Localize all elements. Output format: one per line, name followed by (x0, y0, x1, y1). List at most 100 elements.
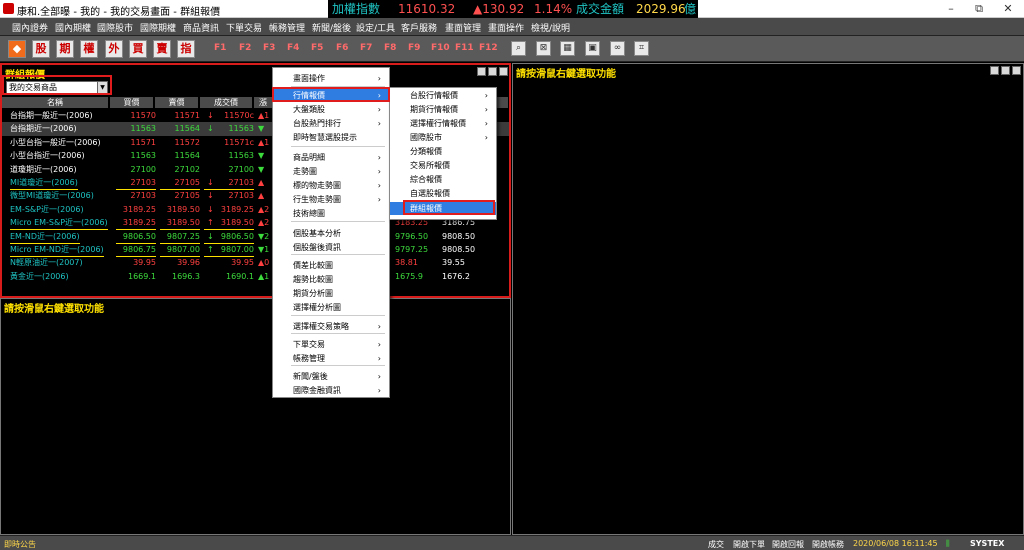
fkey-button[interactable]: F3 (263, 43, 275, 53)
quick-button[interactable]: 外 (105, 40, 123, 58)
tile-icon[interactable]: ▣ (585, 41, 600, 56)
menu-item[interactable]: 下單交易 (226, 21, 262, 34)
minimize-button[interactable]: – (936, 0, 966, 18)
row-direction: ↑ (207, 218, 214, 228)
menu-item[interactable]: 畫面操作 (488, 21, 524, 34)
fkey-button[interactable]: F12 (479, 43, 498, 53)
menu-option[interactable]: 國際股市 › (390, 131, 496, 144)
menu-option[interactable]: 下單交易 › (273, 338, 389, 351)
panel-settings-icon[interactable] (488, 67, 497, 76)
row-ask: 27102 (174, 164, 200, 174)
table-row[interactable]: N輕原油近一(2007) 39.95 39.96 39.95 ▲0 38.81 39.55 (2, 256, 509, 269)
fkey-button[interactable]: F1 (214, 43, 226, 53)
search-icon[interactable]: ⌕ (511, 41, 526, 56)
fkey-button[interactable]: F9 (408, 43, 420, 53)
menu-option-label: 技術總圖 (293, 209, 325, 218)
menu-option[interactable]: 選擇權行情報價 › (390, 117, 496, 130)
fkey-button[interactable]: F2 (239, 43, 251, 53)
fkey-button[interactable]: F8 (384, 43, 396, 53)
quick-button[interactable]: 權 (80, 40, 98, 58)
table-row[interactable]: EM-ND近一(2006) 9806.50 9807.25 9806.50 ▼2 ↓ 979… (2, 230, 509, 244)
quick-button[interactable]: 指 (177, 40, 195, 58)
crop-icon[interactable]: ⌗ (634, 41, 649, 56)
menu-option[interactable]: 帳務管理 › (273, 352, 389, 365)
menu-item[interactable]: 國際期權 (140, 21, 176, 34)
chevron-right-icon: › (377, 119, 381, 128)
menu-item[interactable]: 商品資訊 (183, 21, 219, 34)
menu-option[interactable]: 價差比較圖 (273, 259, 389, 272)
menu-option[interactable]: 走勢圖 › (273, 165, 389, 178)
menu-option[interactable]: 交易所報價 (390, 159, 496, 172)
fkey-button[interactable]: F7 (360, 43, 372, 53)
menu-option[interactable]: 畫面操作 › (273, 72, 389, 85)
menu-option[interactable]: 行生物走勢圖 › (273, 193, 389, 206)
fkey-button[interactable]: F6 (336, 43, 348, 53)
menu-option[interactable]: 自選股報價 (390, 187, 496, 200)
menu-option[interactable]: 選擇權分析圖 (273, 301, 389, 314)
menu-option[interactable]: 國際金融資訊 › (273, 384, 389, 397)
menu-option[interactable]: 綜合報價 (390, 173, 496, 186)
menu-item[interactable]: 客戶服務 (401, 21, 437, 34)
status-item[interactable]: 開啟回報 (772, 539, 804, 550)
fkey-button[interactable]: F5 (311, 43, 323, 53)
menu-option[interactable]: 標的物走勢圖 › (273, 179, 389, 192)
menu-item[interactable]: 畫面管理 (445, 21, 481, 34)
menu-item[interactable]: 設定/工具 (356, 21, 395, 34)
panel-settings-icon[interactable] (1001, 66, 1010, 75)
menu-option[interactable]: 大盤類股 › (273, 103, 389, 116)
table-row[interactable]: Micro EM-ND近一(2006) 9806.75 9807.00 9807.00… (2, 243, 509, 257)
fkey-button[interactable]: F11 (455, 43, 474, 53)
panel-close-icon[interactable] (1012, 66, 1021, 75)
col-header-bid[interactable]: 買價 (110, 97, 153, 108)
table-row[interactable]: 黃金近一(2006) 1669.1 1696.3 1690.1 ▲1 1675.9 1676… (2, 270, 509, 283)
col-header-last[interactable]: 成交價 (200, 97, 252, 108)
menu-option[interactable]: 期貨行情報價 › (390, 103, 496, 116)
menu-option[interactable]: 即時智慧選股提示 (273, 131, 389, 144)
menu-option[interactable]: 個股基本分析 (273, 227, 389, 240)
home-button[interactable]: ◆ (8, 40, 26, 58)
menu-option[interactable]: 選擇權交易策略 › (273, 320, 389, 333)
combo-highlight-box (2, 75, 112, 95)
menu-option[interactable]: 分類報價 (390, 145, 496, 158)
announcement-link[interactable]: 即時公告 (4, 539, 36, 550)
menu-item[interactable]: 國內期權 (55, 21, 91, 34)
menu-option[interactable]: 台股行情報價 › (390, 89, 496, 102)
menu-option[interactable]: 新聞/盤後 › (273, 370, 389, 383)
menu-option[interactable]: 台股熱門排行 › (273, 117, 389, 130)
status-item[interactable]: 開啟帳務 (812, 539, 844, 550)
col-header-ask[interactable]: 賣價 (155, 97, 198, 108)
menu-option[interactable]: 技術總圖 (273, 207, 389, 220)
panel-close-icon[interactable] (499, 67, 508, 76)
window-x-icon[interactable]: ⊠ (536, 41, 551, 56)
menu-item[interactable]: 國內證券 (12, 21, 48, 34)
menu-option-label: 分類報價 (410, 147, 442, 156)
quick-button[interactable]: 賣 (153, 40, 171, 58)
menu-item[interactable]: 檢視/說明 (531, 21, 570, 34)
menu-option[interactable]: 趨勢比較圖 (273, 273, 389, 286)
status-item[interactable]: 開啟下單 (733, 539, 765, 550)
restore-button[interactable]: ⧉ (964, 0, 994, 18)
quick-button[interactable]: 期 (56, 40, 74, 58)
col-header-name[interactable]: 名稱 (2, 97, 108, 108)
quick-button[interactable]: 買 (129, 40, 147, 58)
row-ref-bid: 38.81 (395, 258, 418, 268)
quick-button[interactable]: 股 (32, 40, 50, 58)
row-direction: ↑ (207, 245, 214, 254)
menu-item[interactable]: 帳務管理 (269, 21, 305, 34)
col-header-change[interactable]: 漲 (254, 97, 272, 108)
panel-restore-icon[interactable] (990, 66, 999, 75)
row-ask: 11571 (174, 111, 200, 120)
menu-option[interactable]: 個股盤後資訊 (273, 241, 389, 254)
menu-option[interactable]: 商品明細 › (273, 151, 389, 164)
fkey-button[interactable]: F10 (431, 43, 450, 53)
menu-option[interactable]: 期貨分析圖 (273, 287, 389, 300)
panel-restore-icon[interactable] (477, 67, 486, 76)
row-name: 黃金近一(2006) (10, 271, 69, 281)
grid-icon[interactable]: ▦ (560, 41, 575, 56)
fkey-button[interactable]: F4 (287, 43, 299, 53)
menu-item[interactable]: 新聞/盤後 (312, 21, 351, 34)
status-item[interactable]: 成交 (708, 539, 724, 550)
close-button[interactable]: ✕ (993, 0, 1023, 18)
link-icon[interactable]: ∞ (610, 41, 625, 56)
menu-item[interactable]: 國際股市 (97, 21, 133, 34)
